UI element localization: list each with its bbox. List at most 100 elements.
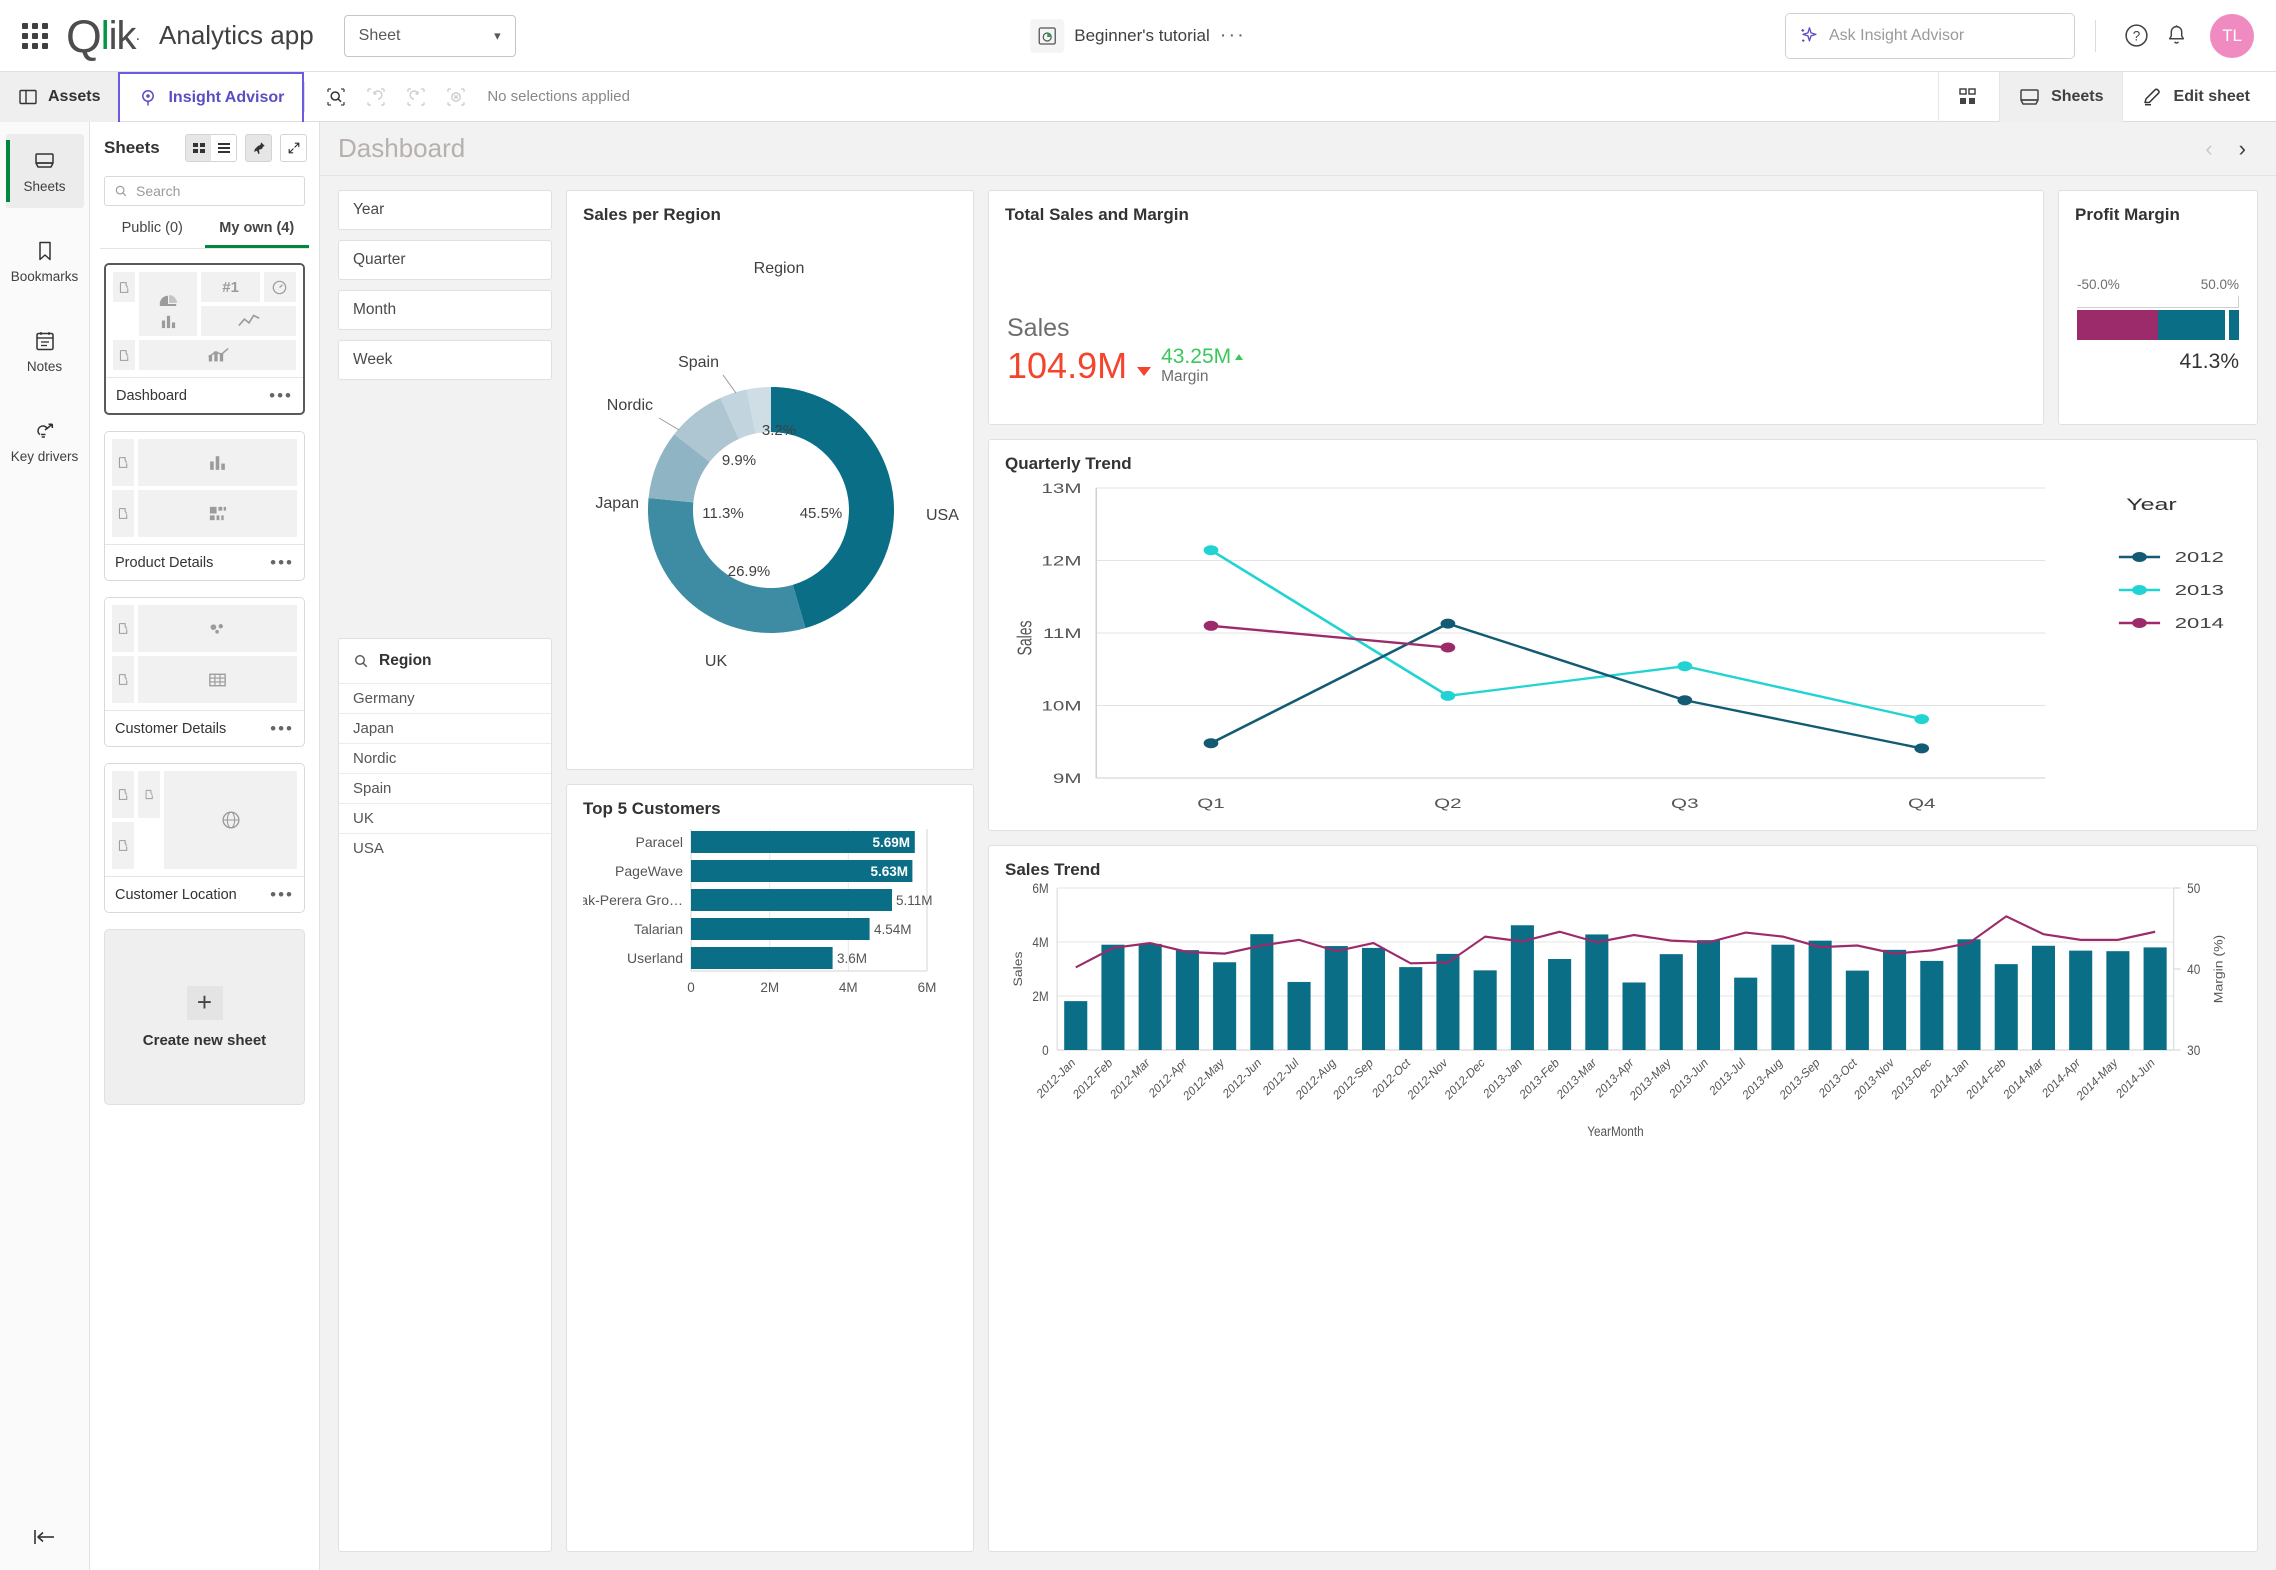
total-sales-and-margin-kpi[interactable]: Total Sales and Margin Sales 104.9M 43.2… [988, 190, 2044, 425]
kpi-secondary: 43.25M Margin [1161, 345, 1244, 386]
xtick-6m: 6M [918, 980, 937, 995]
legend-title: Year [2126, 495, 2177, 514]
filter-pane-icon-2 [138, 771, 160, 818]
y-axis-label: Sales [1011, 952, 1025, 987]
bar-2012-Jun [1250, 934, 1274, 1050]
bar-2013-Jun [1696, 940, 1721, 1050]
bar-2013-May [1659, 954, 1683, 1050]
gauge-scale: -50.0% 50.0% [2077, 277, 2239, 292]
previous-sheet-button[interactable]: ‹ [2205, 136, 2212, 162]
grid-view-icon[interactable] [186, 135, 211, 161]
create-new-sheet-button[interactable]: + Create new sheet [104, 929, 305, 1105]
sheet-menu-icon[interactable]: ••• [270, 719, 294, 739]
chart-title: Top 5 Customers [583, 799, 721, 818]
listbox-value-spain[interactable]: Spain [339, 773, 551, 803]
bar-2012-Mar [1138, 943, 1162, 1050]
kpi-body: Sales 104.9M 43.25M Margin [1007, 314, 2025, 386]
filter-week[interactable]: Week [338, 340, 552, 380]
filter-year[interactable]: Year [338, 190, 552, 230]
sidebar-item-label: Sheets [23, 178, 66, 194]
app-launcher-icon[interactable] [18, 19, 52, 53]
profit-margin-gauge[interactable]: Profit Margin -50.0% 50.0% 41.3% [2058, 190, 2258, 425]
filter-pane-icon [112, 605, 134, 652]
region-listbox-header[interactable]: Region [339, 639, 551, 683]
sidebar-item-notes[interactable]: Notes [6, 314, 84, 388]
xtick-q2: Q2 [1434, 795, 1461, 811]
ask-insight-advisor-input[interactable]: Ask Insight Advisor [1785, 12, 2075, 59]
kpi-row: Total Sales and Margin Sales 104.9M 43.2… [988, 190, 2258, 425]
list-item[interactable]: #1 Dashboard ••• [104, 263, 305, 415]
sheet-overview-button[interactable] [1938, 71, 1999, 122]
list-item[interactable]: Customer Location ••• [104, 763, 305, 913]
ytick-0: 0 [1042, 1042, 1049, 1058]
search-input[interactable]: Search [104, 176, 305, 206]
sheet-menu-icon[interactable]: ••• [270, 885, 294, 905]
listbox-value-japan[interactable]: Japan [339, 713, 551, 743]
bar-2013-Oct [1845, 970, 1869, 1050]
gauge-segment-negative [2077, 310, 2158, 340]
ytick-3: 6M [1032, 880, 1048, 896]
tab-public[interactable]: Public (0) [100, 220, 205, 248]
assets-button[interactable]: Assets [0, 71, 119, 122]
xtick-2012-May: 2012-May [1181, 1055, 1226, 1104]
filter-pane-icon [113, 272, 135, 302]
view-mode-toggle[interactable] [185, 134, 237, 162]
document-menu-icon[interactable]: ··· [1220, 24, 1246, 47]
collapse-panel-icon[interactable] [31, 1526, 59, 1548]
chart-title: Total Sales and Margin [1005, 205, 1189, 224]
gauge-segment-positive [2158, 310, 2239, 340]
insight-advisor-button[interactable]: Insight Advisor [118, 71, 305, 122]
xtick-2013-Sep: 2013-Sep [1777, 1055, 1822, 1103]
tab-my-own[interactable]: My own (4) [204, 220, 309, 248]
gauge-value-marker [2224, 310, 2229, 340]
gauge-min-label: -50.0% [2077, 277, 2120, 292]
xtick-2012-Mar: 2012-Mar [1108, 1055, 1152, 1102]
bar-val-paracel: 5.69M [872, 835, 910, 850]
donut-legend-title: Region [754, 260, 805, 277]
sheet-card-footer: Customer Location ••• [105, 876, 304, 912]
sheet-selector-dropdown[interactable]: Sheet ▾ [343, 14, 516, 57]
y2tick-2: 50 [2187, 880, 2200, 896]
xtick-2014-Feb: 2014-Feb [1964, 1055, 2008, 1103]
sheet-menu-icon[interactable]: ••• [270, 553, 294, 573]
quarterly-trend-chart[interactable]: Quarterly Trend 13M 12M 11M 10M 9M Sales… [988, 439, 2258, 831]
list-item[interactable]: Product Details ••• [104, 431, 305, 581]
sidebar-item-key-drivers[interactable]: Key drivers [6, 404, 84, 478]
sheet-name: Dashboard [116, 387, 187, 404]
bar-2012-Dec [1473, 970, 1497, 1050]
xtick-0: 0 [687, 980, 695, 995]
sales-per-region-chart[interactable]: Sales per Region Region USA UK Japan Nor… [566, 190, 974, 770]
avatar[interactable]: TL [2210, 13, 2254, 58]
list-view-icon[interactable] [211, 135, 236, 161]
xtick-2013-Feb: 2013-Feb [1517, 1055, 1561, 1103]
xtick-2m: 2M [760, 980, 779, 995]
listbox-value-usa[interactable]: USA [339, 833, 551, 863]
xtick-2012-Sep: 2012-Sep [1331, 1055, 1376, 1103]
sheets-button[interactable]: Sheets [1999, 71, 2122, 122]
listbox-value-nordic[interactable]: Nordic [339, 743, 551, 773]
notifications-bell-icon[interactable] [2156, 16, 2196, 56]
listbox-value-germany[interactable]: Germany [339, 683, 551, 713]
listbox-value-uk[interactable]: UK [339, 803, 551, 833]
sheets-tabs: Public (0) My own (4) [100, 220, 309, 249]
list-item[interactable]: Customer Details ••• [104, 597, 305, 747]
assets-icon [19, 89, 37, 104]
expand-icon[interactable] [280, 134, 307, 162]
pin-icon[interactable] [245, 134, 272, 162]
filter-month[interactable]: Month [338, 290, 552, 330]
y2-axis-label: Margin (%) [2212, 935, 2226, 1003]
sheet-menu-icon[interactable]: ••• [269, 386, 293, 406]
xtick-2013-Dec: 2013-Dec [1889, 1055, 1933, 1103]
selection-search-icon[interactable] [319, 82, 353, 112]
filter-quarter[interactable]: Quarter [338, 240, 552, 280]
sidebar-item-sheets[interactable]: Sheets [5, 134, 84, 208]
edit-sheet-button[interactable]: Edit sheet [2121, 71, 2276, 122]
app-body: Sheets Bookmarks Notes Key drivers Sheet… [0, 122, 2276, 1570]
next-sheet-button[interactable]: › [2239, 136, 2246, 162]
quarterly-trend-svg: 13M 12M 11M 10M 9M Sales Q1 Q2 Q3 Q4 Yea… [1013, 480, 2224, 811]
help-icon[interactable]: ? [2116, 16, 2156, 56]
sales-trend-chart[interactable]: Sales Trend 0 2M 4M 6M Sales 30 40 50 Margin (%)… [988, 845, 2258, 1552]
sidebar-item-bookmarks[interactable]: Bookmarks [6, 224, 84, 298]
top-5-customers-chart[interactable]: Top 5 Customers Paracel PageWave ak-Pere… [566, 784, 974, 1552]
svg-text:2012: 2012 [2175, 548, 2224, 565]
